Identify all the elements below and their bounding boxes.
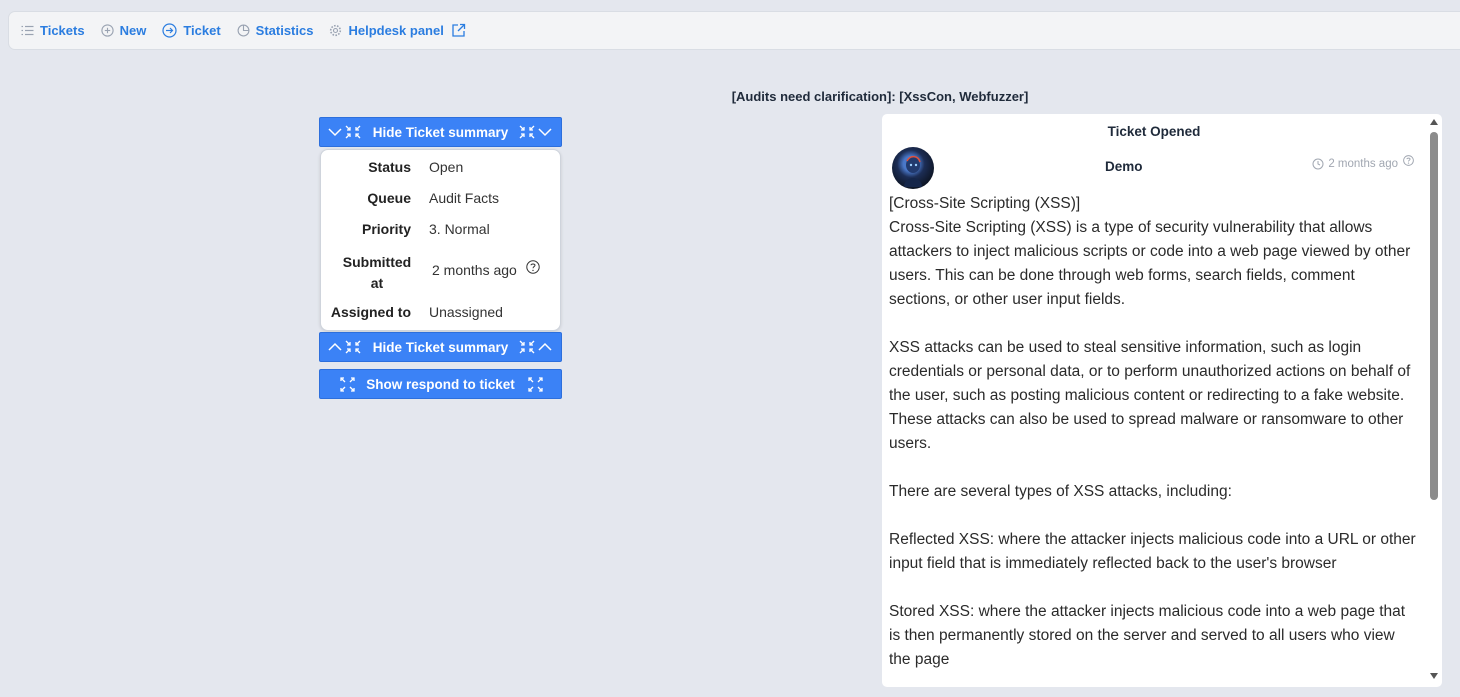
summary-key: Assigned to (330, 304, 411, 320)
hide-ticket-summary-label: Hide Ticket summary (372, 339, 509, 355)
ticket-title: [Audits need clarification]: [XssCon, We… (731, 89, 1029, 104)
pie-chart-icon (237, 24, 250, 37)
message-paragraph: [Cross-Site Scripting (XSS)] Cross-Site … (889, 195, 1411, 308)
message-timestamp: 2 months ago (1312, 154, 1414, 170)
ticket-summary-card: Status Open Queue Audit Facts Priority 3… (320, 149, 561, 331)
nav-statistics-label: Statistics (255, 23, 314, 38)
gear-icon (329, 24, 342, 37)
summary-key: Status (368, 159, 411, 175)
show-respond-label: Show respond to ticket (366, 376, 515, 392)
summary-value: Audit Facts (429, 190, 500, 206)
summary-value: Unassigned (429, 304, 503, 320)
nav-tickets[interactable]: Tickets (21, 23, 85, 38)
summary-key: Submitted at (342, 254, 412, 291)
scroll-up-arrow-icon[interactable] (1429, 118, 1439, 126)
collapse-icon (328, 118, 362, 146)
message-author: Demo (1105, 159, 1143, 174)
nav-ticket-label: Ticket (183, 23, 221, 38)
list-icon (21, 25, 34, 36)
plus-circle-icon (100, 24, 114, 37)
show-respond-button[interactable]: Show respond to ticket (319, 369, 562, 399)
message-paragraph: Reflected XSS: where the attacker inject… (889, 531, 1416, 572)
collapse-icon (328, 333, 362, 361)
summary-key: Priority (361, 221, 411, 237)
scrollbar-thumb[interactable] (1430, 132, 1438, 500)
nav-helpdesk-panel[interactable]: Helpdesk panel (329, 23, 465, 38)
nav-ticket[interactable]: Ticket (162, 23, 221, 38)
nav-new-label: New (119, 23, 147, 38)
hide-ticket-summary-button-bottom[interactable]: Hide Ticket summary (319, 332, 562, 362)
message-paragraph: There are several types of XSS attacks, … (889, 483, 1232, 500)
nav-new[interactable]: New (100, 23, 147, 38)
summary-value: Open (429, 159, 464, 175)
message-scrollbar[interactable] (1427, 114, 1441, 687)
clock-icon (1312, 158, 1324, 170)
hide-ticket-summary-button-top[interactable]: Hide Ticket summary (319, 117, 562, 147)
help-icon[interactable] (526, 260, 540, 277)
scroll-down-arrow-icon[interactable] (1429, 672, 1439, 680)
summary-value: 3. Normal (429, 221, 490, 237)
expand-icon (340, 370, 355, 398)
top-nav-bar: Tickets New Ticket Statistics Helpdesk p… (8, 11, 1460, 50)
message-paragraph: Stored XSS: where the attacker injects m… (889, 603, 1406, 668)
message-body: [Cross-Site Scripting (XSS)] Cross-Site … (889, 192, 1419, 687)
nav-tickets-label: Tickets (40, 23, 85, 38)
collapse-icon (519, 333, 553, 361)
nav-statistics[interactable]: Statistics (237, 23, 314, 38)
message-paragraph: XSS attacks can be used to steal sensiti… (889, 339, 1411, 452)
nav-helpdesk-panel-label: Helpdesk panel (348, 23, 444, 38)
avatar (892, 147, 934, 189)
message-header: Ticket Opened (1107, 124, 1201, 139)
expand-icon (528, 370, 543, 398)
summary-key: Queue (367, 190, 411, 206)
summary-value: 2 months ago (432, 262, 517, 278)
hide-ticket-summary-label: Hide Ticket summary (372, 124, 509, 140)
external-link-icon (451, 23, 466, 38)
message-time-text: 2 months ago (1328, 158, 1398, 170)
help-icon[interactable] (1403, 154, 1414, 166)
collapse-icon (519, 118, 553, 146)
arrow-right-circle-icon (162, 23, 177, 38)
ticket-message-panel: Ticket Opened Demo 2 months ago [Cross-S… (882, 114, 1442, 687)
